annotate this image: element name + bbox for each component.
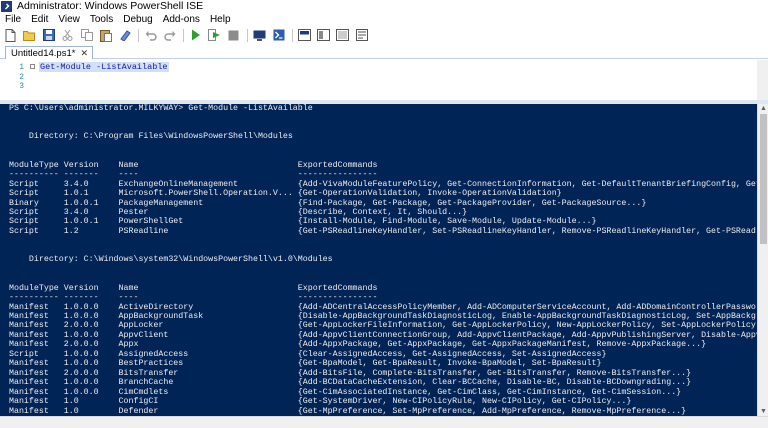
code-area[interactable]: Get-Module -ListAvailable <box>39 62 169 92</box>
cut-icon[interactable] <box>61 29 74 42</box>
code-line[interactable]: Get-Module -ListAvailable <box>39 62 169 72</box>
copy-icon[interactable] <box>80 29 93 42</box>
tab-label: Untitled14.ps1* <box>11 47 76 59</box>
code-line[interactable] <box>39 82 169 92</box>
title-bar: Administrator: Windows PowerShell ISE <box>0 0 768 13</box>
scroll-up-arrow-icon[interactable]: ▲ <box>758 104 768 113</box>
save-icon[interactable] <box>42 29 55 42</box>
toolbar-separator <box>247 28 248 42</box>
console-pane[interactable]: PS C:\Users\administrator.MILKYWAY> Get-… <box>0 104 757 416</box>
commands-icon[interactable] <box>355 29 368 42</box>
line-number: 3 <box>19 82 24 91</box>
powershell-app-icon <box>1 1 12 12</box>
open-icon[interactable] <box>23 29 36 42</box>
script-pane-max-icon[interactable] <box>336 29 349 42</box>
menu-view[interactable]: View <box>53 14 85 26</box>
horizontal-scrollbar[interactable] <box>0 416 768 428</box>
line-number-gutter: 1 2 3 <box>0 63 26 92</box>
script-pane-top-icon[interactable] <box>298 29 311 42</box>
console-scrollbar[interactable]: ▲ ▼ <box>757 104 768 416</box>
stop-icon[interactable] <box>227 29 240 42</box>
toolbar-separator <box>138 28 139 42</box>
line-number: 2 <box>19 72 24 82</box>
tab-strip: Untitled14.ps1* ✕ <box>0 45 768 59</box>
console-output: PS C:\Users\administrator.MILKYWAY> Get-… <box>9 104 757 416</box>
editor-scrollbar[interactable] <box>757 60 768 100</box>
scroll-thumb[interactable] <box>760 114 767 244</box>
script-editor[interactable]: 1 2 3 Get-Module -ListAvailable <box>0 60 768 100</box>
menu-edit[interactable]: Edit <box>26 14 53 26</box>
fold-marker[interactable] <box>30 64 35 69</box>
powershell-icon[interactable] <box>272 29 285 42</box>
redo-icon[interactable] <box>163 29 176 42</box>
run-icon[interactable] <box>189 29 202 42</box>
run-selection-icon[interactable] <box>208 29 221 42</box>
toolbar <box>0 27 768 43</box>
menu-help[interactable]: Help <box>205 14 236 26</box>
line-number: 1 <box>19 63 24 72</box>
code-line[interactable] <box>39 73 169 83</box>
menu-file[interactable]: File <box>0 14 26 26</box>
menu-tools[interactable]: Tools <box>85 14 118 26</box>
script-pane-right-icon[interactable] <box>317 29 330 42</box>
tab-untitled14[interactable]: Untitled14.ps1* ✕ <box>5 46 93 59</box>
close-icon[interactable]: ✕ <box>80 48 88 59</box>
undo-icon[interactable] <box>144 29 157 42</box>
menu-bar: File Edit View Tools Debug Add-ons Help <box>0 14 768 26</box>
toolbar-separator <box>183 28 184 42</box>
scroll-down-arrow-icon[interactable]: ▼ <box>758 407 768 416</box>
menu-add-ons[interactable]: Add-ons <box>158 14 205 26</box>
clear-icon[interactable] <box>118 29 131 42</box>
window-title: Administrator: Windows PowerShell ISE <box>17 0 204 12</box>
menu-debug[interactable]: Debug <box>118 14 157 26</box>
remote-icon[interactable] <box>253 29 266 42</box>
paste-icon[interactable] <box>99 29 112 42</box>
new-icon[interactable] <box>4 28 17 42</box>
toolbar-separator <box>292 28 293 42</box>
